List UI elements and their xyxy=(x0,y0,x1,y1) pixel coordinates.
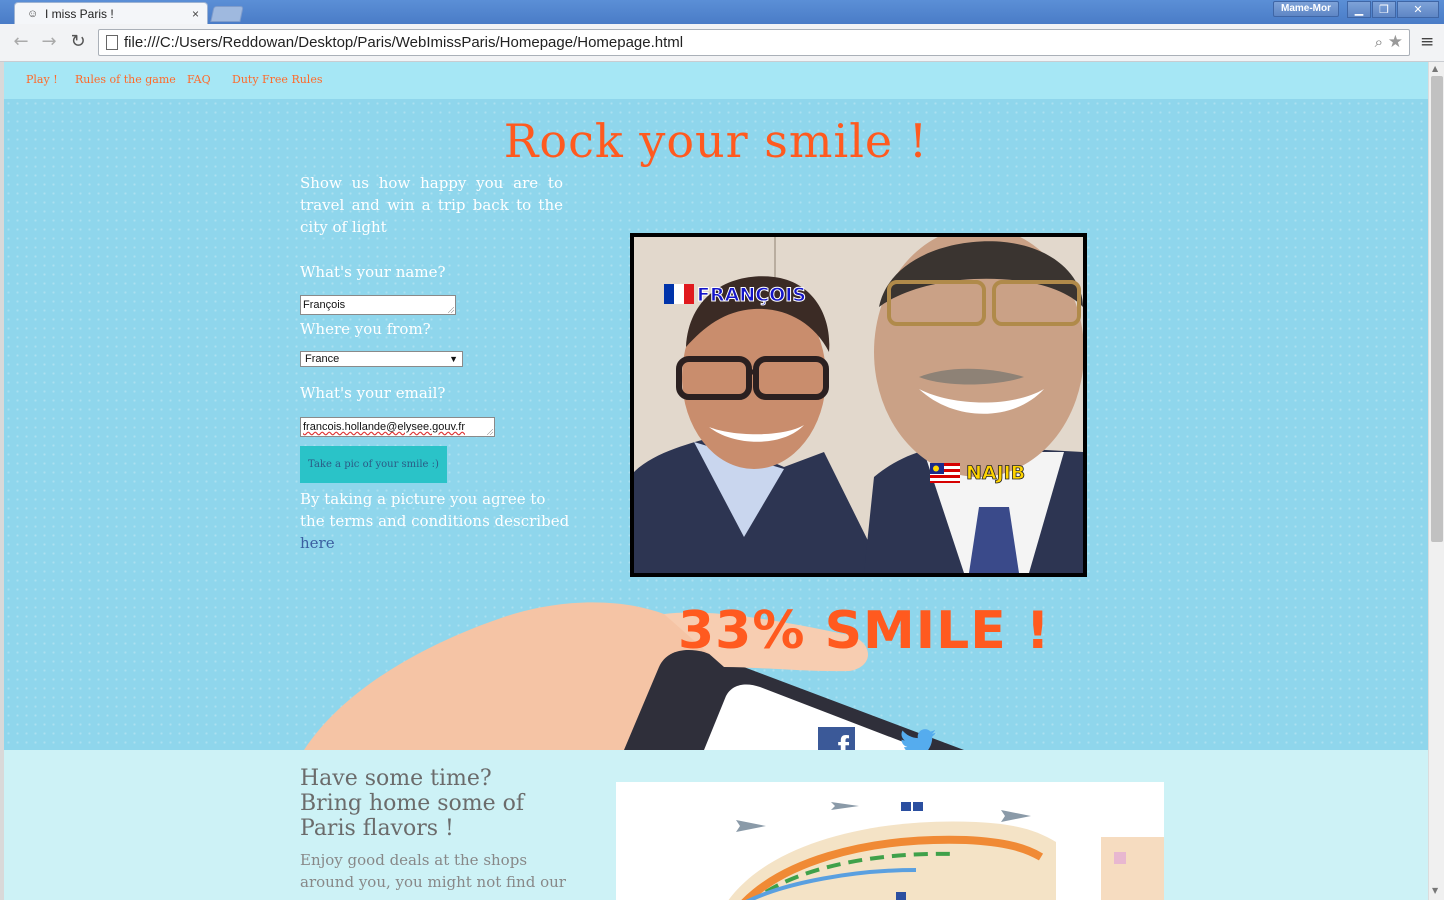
country-select[interactable]: France ▼ xyxy=(300,351,463,367)
profile-user-badge[interactable]: Mame-Mor xyxy=(1273,1,1339,17)
page-icon xyxy=(106,35,118,50)
photo-tag-right: NAJIB xyxy=(966,462,1025,484)
tab-title: I miss Paris ! xyxy=(45,6,114,21)
smile-score: 33% SMILE ! xyxy=(678,601,1051,661)
terms-text: By taking a picture you agree to the ter… xyxy=(300,488,570,554)
duty-free-title: Have some time? Bring home some of Paris… xyxy=(300,766,525,841)
country-label: Where you from? xyxy=(300,320,431,338)
reload-icon[interactable]: ↻ xyxy=(67,32,89,54)
hamburger-menu-icon[interactable]: ≡ xyxy=(1420,33,1436,51)
nav-item-play[interactable]: Play ! xyxy=(26,73,58,86)
nav-item-rules[interactable]: Rules of the game xyxy=(75,73,176,86)
hero-section: Rock your smile ! Show us how happy you … xyxy=(4,99,1428,750)
page-viewport: Play ! Rules of the game FAQ Duty Free R… xyxy=(0,62,1444,900)
scroll-down-arrow-icon[interactable]: ▼ xyxy=(1432,886,1438,895)
magnifier-icon[interactable]: ⌕ xyxy=(1375,33,1383,51)
twitter-icon[interactable] xyxy=(900,728,936,750)
resize-grip-icon[interactable] xyxy=(487,429,493,435)
terms-link[interactable]: here xyxy=(300,534,335,552)
address-bar[interactable]: ⌕ ★ xyxy=(98,29,1410,56)
nav-item-duty-free[interactable]: Duty Free Rules xyxy=(232,73,322,86)
tab-close-icon[interactable]: × xyxy=(192,7,199,21)
new-tab-button[interactable] xyxy=(210,6,244,22)
window-titlebar: ☺ I miss Paris ! × Mame-Mor ▁ ❐ ✕ xyxy=(0,0,1444,24)
email-field[interactable]: francois.hollande@elysee.gouv.fr xyxy=(300,417,495,437)
resize-grip-icon[interactable] xyxy=(448,307,454,313)
hero-title: Rock your smile ! xyxy=(503,114,929,168)
site-navigation: Play ! Rules of the game FAQ Duty Free R… xyxy=(4,62,1428,99)
name-field[interactable]: François xyxy=(300,295,456,315)
duty-free-text: Enjoy good deals at the shops around you… xyxy=(300,851,566,891)
url-input[interactable] xyxy=(124,34,1324,51)
close-window-button[interactable]: ✕ xyxy=(1397,1,1439,18)
browser-toolbar: ← → ↻ ⌕ ★ ≡ xyxy=(0,24,1444,62)
restore-button[interactable]: ❐ xyxy=(1372,1,1396,18)
back-arrow-icon[interactable]: ← xyxy=(10,32,32,54)
forward-arrow-icon[interactable]: → xyxy=(38,32,60,54)
terms-copy: By taking a picture you agree to the ter… xyxy=(300,490,570,530)
intro-text: Show us how happy you are to travel and … xyxy=(300,174,563,236)
name-label: What's your name? xyxy=(300,263,446,281)
bookmark-star-icon[interactable]: ★ xyxy=(1388,32,1403,52)
smiley-favicon-icon: ☺ xyxy=(27,7,39,20)
selfie-image: FRANÇOIS NAJIB xyxy=(634,237,1083,573)
terminal-map-illustration xyxy=(728,802,1164,900)
minimize-button[interactable]: ▁ xyxy=(1347,1,1371,18)
browser-tab-active[interactable]: ☺ I miss Paris ! × xyxy=(14,2,208,24)
scroll-up-arrow-icon[interactable]: ▲ xyxy=(1432,64,1438,73)
dropdown-arrow-icon: ▼ xyxy=(449,354,458,364)
selfie-photo: FRANÇOIS NAJIB xyxy=(630,233,1087,577)
scrollbar-thumb[interactable] xyxy=(1431,76,1443,542)
name-field-value: François xyxy=(303,299,346,311)
selfie-illustration: FRANÇOIS NAJIB xyxy=(634,237,1083,573)
duty-free-section: Have some time? Bring home some of Paris… xyxy=(4,750,1428,900)
email-label: What's your email? xyxy=(300,384,446,402)
terminal-map-image xyxy=(616,782,1164,900)
page-scrollbar[interactable]: ▲ ▼ xyxy=(1428,62,1444,900)
photo-tag-left: FRANÇOIS xyxy=(697,284,806,306)
email-field-value: francois.hollande@elysee.gouv.fr xyxy=(303,421,465,433)
nav-item-faq[interactable]: FAQ xyxy=(187,73,211,86)
take-picture-button[interactable]: Take a pic of your smile :) xyxy=(300,446,447,483)
facebook-icon[interactable]: f xyxy=(818,727,855,750)
country-select-value: France xyxy=(305,353,340,365)
